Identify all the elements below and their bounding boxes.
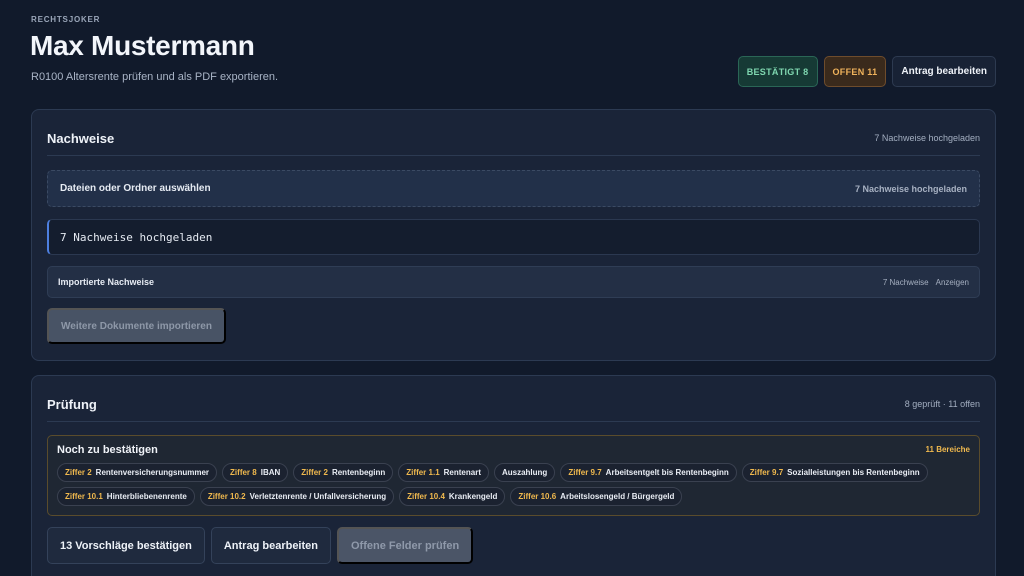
pending-tag-label: Arbeitsentgelt bis Rentenbeginn [605, 468, 729, 477]
evidence-meta: 7 Nachweise hochgeladen [874, 133, 980, 143]
dropzone-label: Dateien oder Ordner auswählen [60, 183, 211, 194]
pending-tag-code: Ziffer 9.7 [749, 468, 784, 477]
pending-tag-code: Ziffer 2 [65, 468, 92, 477]
pending-count: 11 Bereiche [925, 445, 970, 454]
open-status-badge[interactable]: OFFEN 11 [823, 56, 887, 87]
review-card-header: Prüfung 8 geprüft · 11 offen [47, 387, 980, 422]
confirm-suggestions-button[interactable]: 13 Vorschläge bestätigen [47, 527, 205, 564]
review-card: Prüfung 8 geprüft · 11 offen Noch zu bes… [31, 375, 996, 576]
pending-tag-label: Arbeitslosengeld / Bürgergeld [560, 492, 675, 501]
pending-tag-code: Ziffer 1.1 [406, 468, 440, 477]
pending-tag-code: Ziffer 9.7 [568, 468, 602, 477]
pending-tag[interactable]: Ziffer 10.6 Arbeitslosengeld / Bürgergeld [510, 487, 683, 506]
pending-tag-label: Rentenversicherungsnummer [95, 468, 210, 477]
pending-tag[interactable]: Ziffer 10.1 Hinterbliebenenrente [57, 487, 195, 506]
edit-application-secondary-button[interactable]: Antrag bearbeiten [210, 527, 331, 564]
show-imported-link[interactable]: Anzeigen [936, 278, 969, 287]
brand-label: RECHTSJOKER [31, 15, 101, 24]
upload-status: 7 Nachweise hochgeladen [47, 219, 980, 255]
import-more-button[interactable]: Weitere Dokumente importieren [47, 308, 226, 344]
pending-tag-code: Ziffer 8 [230, 468, 257, 477]
imported-evidence-row[interactable]: Importierte Nachweise 7 Nachweise Anzeig… [47, 266, 980, 298]
pending-tag-label: Hinterbliebenenrente [106, 492, 187, 501]
evidence-card: Nachweise 7 Nachweise hochgeladen Dateie… [31, 109, 996, 361]
pending-tag-code: Ziffer 10.6 [518, 492, 557, 501]
pending-tag-label: Verletztenrente / Unfallversicherung [249, 492, 387, 501]
imported-evidence-count: 7 Nachweise [882, 277, 929, 287]
pending-tag-label: Rentenbeginn [331, 468, 386, 477]
pending-tag-list: Ziffer 2 Rentenversicherungsnummer Ziffer … [57, 463, 970, 506]
page: RECHTSJOKER Max Mustermann R0100 Altersr… [0, 0, 1024, 576]
evidence-title: Nachweise [47, 130, 115, 146]
confirmed-status-badge[interactable]: BESTÄTIGT 8 [737, 56, 818, 87]
pending-tag[interactable]: Ziffer 10.4 Krankengeld [399, 487, 506, 506]
review-actions: 13 Vorschläge bestätigen Antrag bearbeit… [47, 527, 474, 564]
pending-tag[interactable]: Ziffer 1.1 Rentenart [398, 463, 489, 482]
pending-confirmation-panel: Noch zu bestätigen 11 Bereiche Ziffer 2R… [47, 435, 980, 516]
pending-tag[interactable]: Ziffer 10.2 Verletztenrente / Unfallversi… [199, 487, 395, 506]
pending-tag-code: Ziffer 10.1 [65, 492, 103, 501]
imported-evidence-title: Importierte Nachweise [58, 277, 155, 287]
page-title: Max Mustermann [30, 30, 255, 61]
pending-tag-label: Auszahlung [501, 468, 548, 477]
pending-tag[interactable]: Ziffer 9.7 Sozialleistungen bis Rentenbeg… [741, 463, 928, 482]
pending-tag[interactable]: Ziffer 2 Rentenbeginn [293, 463, 394, 482]
pending-tag-label: IBAN [260, 468, 281, 477]
pending-tag[interactable]: Ziffer 9.7 Arbeitsentgelt bis Rentenbegin… [560, 463, 737, 482]
evidence-card-header: Nachweise 7 Nachweise hochgeladen [47, 121, 980, 156]
pending-tag-code: Ziffer 2 [301, 468, 328, 477]
review-title: Prüfung [47, 396, 97, 412]
pending-tag-code: Ziffer 10.2 [207, 492, 246, 501]
check-open-fields-button[interactable]: Offene Felder prüfen [337, 527, 474, 564]
pending-tag-label: Sozialleistungen bis Rentenbeginn [787, 468, 920, 477]
review-meta: 8 geprüft · 11 offen [904, 399, 980, 409]
file-dropzone[interactable]: Dateien oder Ordner auswählen 7 Nachweis… [47, 170, 980, 207]
page-subtitle: R0100 Altersrente prüfen und als PDF exp… [31, 71, 279, 83]
header-actions: BESTÄTIGT 8 OFFEN 11 Antrag bearbeiten [737, 56, 996, 87]
pending-tag[interactable]: Auszahlung [493, 463, 556, 482]
pending-tag-label: Krankengeld [448, 492, 498, 501]
pending-tag[interactable]: Ziffer 8 IBAN [222, 463, 289, 482]
dropzone-meta: 7 Nachweise hochgeladen [854, 183, 967, 194]
pending-tag[interactable]: Ziffer 2 Rentenversicherungsnummer [57, 463, 218, 482]
imported-evidence-actions: 7 Nachweise Anzeigen [883, 278, 969, 287]
pending-title: Noch zu bestätigen [57, 444, 158, 456]
pending-tag-code: Ziffer 10.4 [407, 492, 445, 501]
edit-application-button[interactable]: Antrag bearbeiten [892, 56, 996, 87]
pending-tag-label: Rentenart [443, 468, 481, 477]
